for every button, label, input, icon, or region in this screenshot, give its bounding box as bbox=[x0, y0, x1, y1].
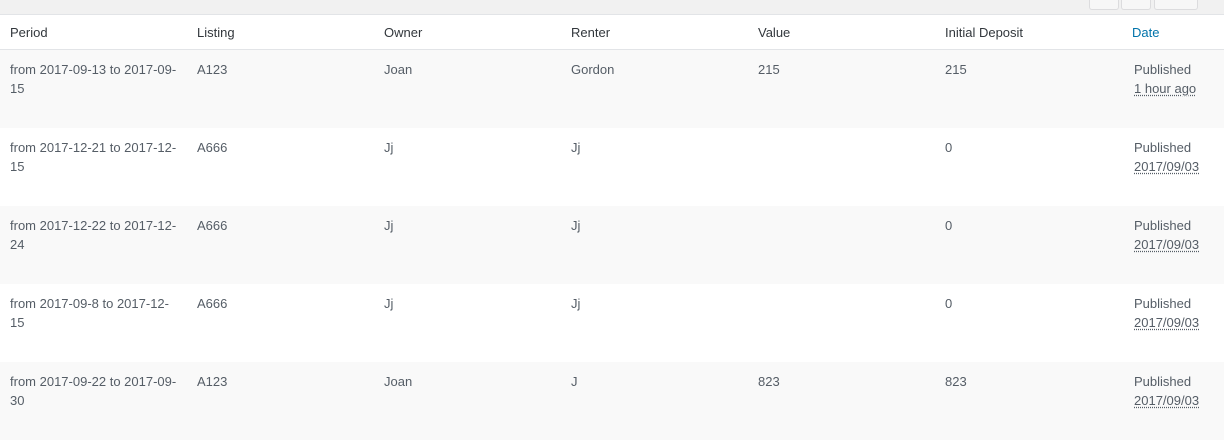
column-header-owner: Owner bbox=[374, 15, 561, 50]
publish-status: Published bbox=[1134, 373, 1192, 389]
period-cell: from 2017-12-21 to 2017-12-15 bbox=[10, 139, 177, 174]
listing-cell: A123 bbox=[197, 62, 228, 77]
publish-status: Published bbox=[1134, 62, 1192, 77]
owner-cell: Joan bbox=[384, 373, 413, 389]
column-header-renter: Renter bbox=[561, 15, 748, 50]
date-cell: Published 1 hour ago bbox=[1122, 50, 1224, 128]
value-cell bbox=[748, 206, 935, 284]
bookings-table-container: Period Listing Owner Renter Value Initia… bbox=[0, 14, 1224, 440]
renter-cell: J bbox=[571, 373, 578, 389]
listing-cell: A123 bbox=[197, 373, 228, 389]
publish-date: 2017/09/03 bbox=[1134, 392, 1200, 408]
renter-cell: Gordon bbox=[571, 62, 615, 77]
date-cell: Published 2017/09/03 bbox=[1122, 284, 1224, 362]
publish-status: Published bbox=[1134, 295, 1192, 311]
publish-date: 1 hour ago bbox=[1134, 81, 1197, 96]
deposit-cell: 0 bbox=[945, 295, 953, 311]
listing-cell: A666 bbox=[197, 139, 228, 155]
date-cell: Published 2017/09/03 bbox=[1122, 362, 1224, 440]
bookings-table: Period Listing Owner Renter Value Initia… bbox=[0, 15, 1224, 440]
column-header-listing: Listing bbox=[187, 15, 374, 50]
owner-cell: Joan bbox=[384, 62, 413, 77]
deposit-cell: 823 bbox=[945, 373, 967, 389]
owner-cell: Jj bbox=[384, 217, 394, 233]
table-row: from 2017-09-13 to 2017-09-15 A123 Joan … bbox=[0, 49, 1224, 128]
owner-cell: Jj bbox=[384, 295, 394, 311]
column-header-period: Period bbox=[0, 15, 187, 50]
column-header-initial-deposit: Initial Deposit bbox=[935, 15, 1122, 50]
publish-date: 2017/09/03 bbox=[1134, 314, 1200, 330]
deposit-cell: 0 bbox=[945, 139, 953, 155]
listing-cell: A666 bbox=[197, 295, 228, 311]
pagination-button-next[interactable] bbox=[1121, 0, 1151, 10]
date-cell: Published 2017/09/03 bbox=[1122, 128, 1224, 206]
publish-status: Published bbox=[1134, 139, 1192, 155]
value-cell bbox=[748, 128, 935, 206]
deposit-cell: 215 bbox=[945, 62, 967, 77]
deposit-cell: 0 bbox=[945, 217, 953, 233]
table-row: from 2017-09-22 to 2017-09-30 A123 Joan … bbox=[0, 361, 1224, 440]
column-header-date-sort-link[interactable]: Date bbox=[1122, 15, 1224, 50]
period-cell: from 2017-12-22 to 2017-12-24 bbox=[10, 217, 177, 252]
value-cell bbox=[748, 284, 935, 362]
renter-cell: Jj bbox=[571, 295, 581, 311]
value-cell: 215 bbox=[758, 62, 780, 77]
table-row: from 2017-12-22 to 2017-12-24 A666 Jj Jj… bbox=[0, 205, 1224, 284]
period-cell: from 2017-09-13 to 2017-09-15 bbox=[10, 62, 177, 96]
table-header-row: Period Listing Owner Renter Value Initia… bbox=[0, 15, 1224, 50]
renter-cell: Jj bbox=[571, 217, 581, 233]
value-cell: 823 bbox=[758, 373, 780, 389]
publish-date: 2017/09/03 bbox=[1134, 236, 1200, 252]
pagination-button-prev[interactable] bbox=[1089, 0, 1119, 10]
period-cell: from 2017-09-8 to 2017-12-15 bbox=[10, 295, 169, 330]
column-header-value: Value bbox=[748, 15, 935, 50]
table-row: from 2017-09-8 to 2017-12-15 A666 Jj Jj … bbox=[0, 284, 1224, 362]
table-row: from 2017-12-21 to 2017-12-15 A666 Jj Jj… bbox=[0, 128, 1224, 206]
owner-cell: Jj bbox=[384, 139, 394, 155]
listing-cell: A666 bbox=[197, 217, 228, 233]
pagination-page-input[interactable] bbox=[1154, 0, 1198, 10]
publish-status: Published bbox=[1134, 217, 1192, 233]
period-cell: from 2017-09-22 to 2017-09-30 bbox=[10, 373, 177, 408]
publish-date: 2017/09/03 bbox=[1134, 158, 1200, 174]
renter-cell: Jj bbox=[571, 139, 581, 155]
date-cell: Published 2017/09/03 bbox=[1122, 206, 1224, 284]
